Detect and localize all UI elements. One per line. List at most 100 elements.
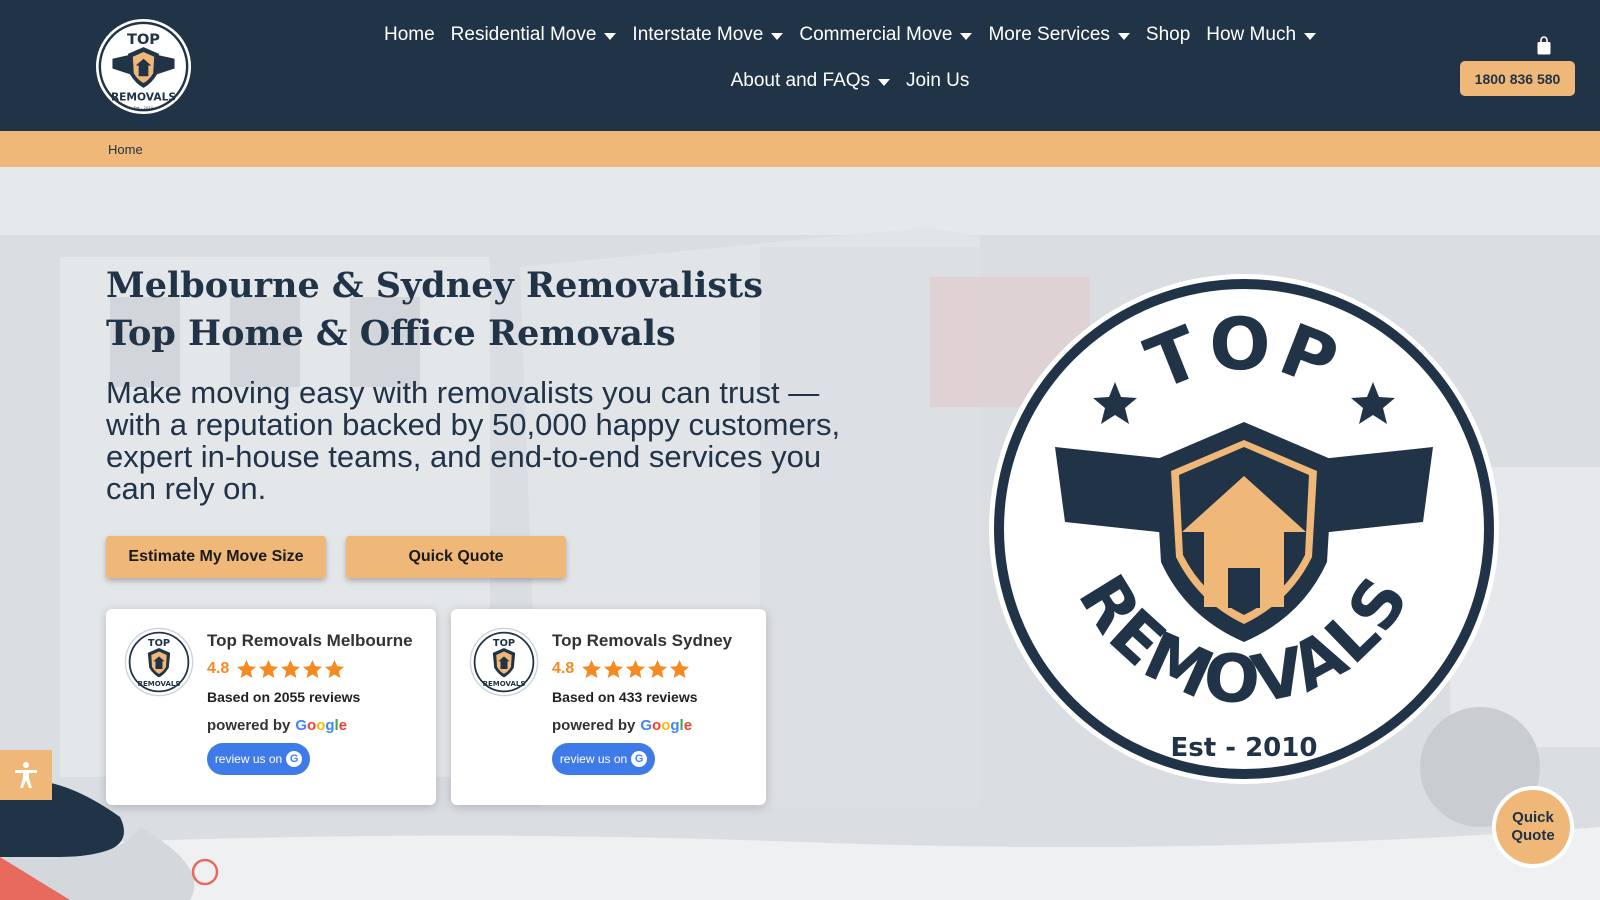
star-icon — [648, 660, 668, 678]
rating-value: 4.8 — [552, 660, 575, 677]
svg-text:Est - 2010: Est - 2010 — [134, 105, 154, 110]
nav-item-how-much[interactable]: How Much — [1206, 24, 1317, 46]
nav-item-join-us[interactable]: Join Us — [906, 70, 969, 92]
shopping-bag-icon[interactable] — [1537, 36, 1551, 55]
rating-value: 4.8 — [207, 660, 230, 677]
nav-item-label: Interstate Move — [632, 24, 764, 45]
fab-line-1: Quick — [1512, 809, 1554, 826]
hero-logo: TOP REMOVALS Est - 2010 — [989, 274, 1499, 784]
chevron-down-icon[interactable] — [960, 32, 973, 40]
nav-item-label: Shop — [1145, 24, 1191, 45]
chevron-down-icon[interactable] — [604, 32, 617, 40]
nav-item-label: Residential Move — [450, 24, 597, 45]
card-logo: TOP REMOVALS — [469, 627, 539, 697]
powered-by: powered by Google — [207, 717, 347, 734]
hero-lead: Make moving easy with removalists you ca… — [106, 375, 841, 506]
svg-text:REMOVALS: REMOVALS — [138, 680, 181, 688]
star-rating — [582, 660, 690, 678]
star-icon — [281, 660, 301, 678]
review-us-label: review us on — [214, 752, 283, 766]
nav-item-label: Commercial Move — [799, 24, 953, 45]
nav-item-more-services[interactable]: More Services — [988, 24, 1130, 46]
nav-item-home[interactable]: Home — [384, 24, 435, 46]
google-letter: o — [652, 717, 662, 734]
chevron-down-icon[interactable] — [771, 32, 784, 40]
nav-item-interstate-move[interactable]: Interstate Move — [632, 24, 784, 46]
google-letter: o — [307, 717, 317, 734]
google-icon: G — [286, 751, 303, 767]
nav-row-2: About and FAQs Join Us — [360, 58, 1340, 104]
google-letter: o — [316, 717, 326, 734]
breadcrumb: Home — [0, 131, 1600, 167]
nav-item-label: More Services — [988, 24, 1110, 45]
star-icon — [582, 660, 602, 678]
chevron-down-icon[interactable] — [1117, 32, 1130, 40]
google-letter: e — [683, 717, 693, 734]
card-logo: TOP REMOVALS — [124, 627, 194, 697]
nav-item-label: Home — [383, 24, 435, 45]
hero-title-line-2: Top Home & Office Removals — [106, 313, 676, 354]
star-icon — [670, 660, 690, 678]
nav-item-label: About and FAQs — [730, 70, 871, 91]
nav-item-residential-move[interactable]: Residential Move — [451, 24, 617, 46]
nav-item-about-and-faqs[interactable]: About and FAQs — [730, 70, 891, 92]
site-header: TOP REMOVALS Est - 2010 Home Residential … — [0, 0, 1600, 131]
powered-by: powered by Google — [552, 717, 692, 734]
phone-button[interactable]: 1800 836 580 — [1460, 61, 1575, 96]
review-count: Based on 433 reviews — [552, 689, 698, 705]
review-us-button[interactable]: review us on G — [552, 743, 655, 775]
star-rating — [237, 660, 345, 678]
nav-item-label: How Much — [1206, 24, 1297, 45]
svg-text:TOP: TOP — [148, 638, 170, 649]
accessibility-button[interactable] — [0, 750, 52, 800]
star-icon — [237, 660, 257, 678]
hero-title: Melbourne & Sydney Removalists Top Home … — [106, 262, 763, 358]
card-rating: 4.8 — [207, 660, 345, 678]
star-icon — [626, 660, 646, 678]
star-icon — [604, 660, 624, 678]
powered-by-label: powered by — [552, 717, 636, 734]
logo-est-text: Est - 2010 — [1171, 733, 1318, 763]
card-business-name[interactable]: Top Removals Sydney — [552, 631, 732, 651]
quick-quote-fab[interactable]: Quick Quote — [1492, 786, 1574, 868]
nav-item-commercial-move[interactable]: Commercial Move — [799, 24, 973, 46]
accessibility-icon — [15, 762, 37, 788]
star-icon — [303, 660, 323, 678]
google-wordmark: Google — [295, 717, 347, 734]
google-icon: G — [631, 751, 648, 767]
google-letter: G — [640, 717, 653, 734]
google-letter: o — [661, 717, 671, 734]
estimate-move-size-button[interactable]: Estimate My Move Size — [106, 536, 326, 578]
review-count: Based on 2055 reviews — [207, 689, 361, 705]
review-us-button[interactable]: review us on G — [207, 743, 310, 775]
svg-text:REMOVALS: REMOVALS — [111, 90, 176, 103]
review-us-label: review us on — [559, 752, 628, 766]
review-card-sydney: TOP REMOVALS Top Removals Sydney 4.8 Bas… — [451, 609, 766, 805]
main-nav: Home Residential Move Interstate Move Comme… — [360, 12, 1340, 104]
star-icon — [325, 660, 345, 678]
fab-line-2: Quote — [1511, 827, 1555, 844]
svg-text:TOP: TOP — [127, 31, 160, 48]
google-letter: e — [338, 717, 348, 734]
google-wordmark: Google — [640, 717, 692, 734]
google-letter: g — [325, 717, 335, 734]
quick-quote-button[interactable]: Quick Quote — [346, 536, 566, 578]
chevron-down-icon[interactable] — [878, 78, 891, 86]
chevron-down-icon[interactable] — [1304, 32, 1317, 40]
svg-text:TOP: TOP — [493, 638, 515, 649]
google-letter: G — [295, 717, 308, 734]
nav-item-label: Join Us — [906, 70, 970, 91]
google-letter: g — [670, 717, 680, 734]
nav-row-1: Home Residential Move Interstate Move Comme… — [360, 12, 1340, 58]
svg-text:REMOVALS: REMOVALS — [483, 680, 526, 688]
hero-title-line-1: Melbourne & Sydney Removalists — [106, 265, 763, 306]
breadcrumb-home[interactable]: Home — [108, 142, 143, 157]
powered-by-label: powered by — [207, 717, 291, 734]
review-card-melbourne: TOP REMOVALS Top Removals Melbourne 4.8 … — [106, 609, 436, 805]
star-icon — [259, 660, 279, 678]
card-rating: 4.8 — [552, 660, 690, 678]
nav-item-shop[interactable]: Shop — [1146, 24, 1190, 46]
card-business-name[interactable]: Top Removals Melbourne — [207, 631, 413, 651]
logo[interactable]: TOP REMOVALS Est - 2010 — [95, 18, 192, 115]
hero-section: Melbourne & Sydney Removalists Top Home … — [0, 167, 1600, 900]
